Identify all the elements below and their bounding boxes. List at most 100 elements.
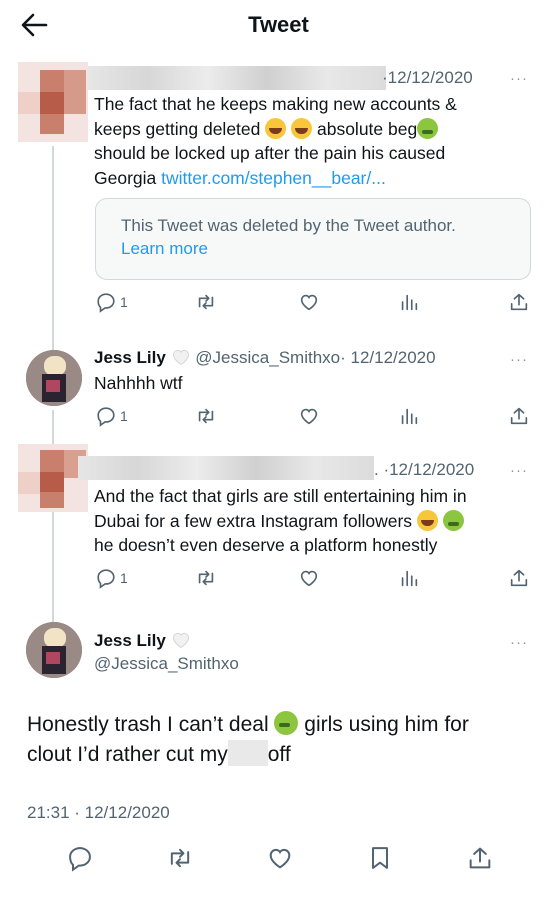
views-icon xyxy=(401,294,418,311)
top-bar: Tweet xyxy=(0,0,557,50)
deleted-quote-card: This Tweet was deleted by the Tweet auth… xyxy=(95,198,531,280)
views-button[interactable] xyxy=(398,290,420,314)
redacted-word xyxy=(227,740,268,766)
tweet-line: keeps getting deleted absolute beg xyxy=(94,117,534,142)
heart-icon xyxy=(300,570,318,587)
tweet-line: Dubai for a few extra Instagram follower… xyxy=(94,509,534,534)
share-icon xyxy=(510,293,528,311)
laughing-emoji-icon xyxy=(265,117,287,139)
page-title: Tweet xyxy=(248,12,309,37)
tweet-text-part: clout I’d rather cut my xyxy=(27,743,228,766)
reply-count: 1 xyxy=(120,570,128,586)
tweet-actions: 1 xyxy=(0,404,557,428)
reply-button[interactable]: 1 xyxy=(95,290,128,314)
share-button[interactable] xyxy=(508,404,530,428)
tweet-link[interactable]: twitter.com/stephen__bear/... xyxy=(161,168,386,188)
tweet-timestamp: 21:31 · 12/12/2020 xyxy=(27,803,170,822)
reply-count: 1 xyxy=(120,408,128,424)
reply-icon xyxy=(97,407,115,427)
tweet-header: Jess Lily @Jessica_Smithxo· 12/12/2020 xyxy=(94,347,436,368)
tweet-line: The fact that he keeps making new accoun… xyxy=(94,94,457,114)
laughing-emoji-icon xyxy=(291,117,313,139)
tweet-text-part: girls using him for xyxy=(298,713,469,736)
author-handle[interactable]: @Jessica_Smithxo xyxy=(195,348,340,367)
retweet-icon xyxy=(198,294,214,310)
reply-button[interactable]: 1 xyxy=(95,404,128,428)
bookmark-icon xyxy=(372,847,388,869)
tweet-text-part: Honestly trash I can’t deal xyxy=(27,713,275,736)
tweet-date: ·12/12/2020 xyxy=(382,68,473,87)
heart-icon xyxy=(269,848,291,869)
like-button[interactable] xyxy=(298,404,320,428)
like-button[interactable] xyxy=(298,290,320,314)
views-icon xyxy=(401,570,418,587)
avatar[interactable] xyxy=(26,350,82,406)
share-button[interactable] xyxy=(466,844,494,872)
bookmark-button[interactable] xyxy=(366,844,394,872)
tweet-line: should be locked up after the pain his c… xyxy=(94,143,446,163)
main-tweet-text: Honestly trash I can’t deal girls using … xyxy=(27,710,537,770)
tweet-line: he doesn’t even deserve a platform hones… xyxy=(94,535,438,555)
heart-icon xyxy=(300,294,318,311)
retweet-button[interactable] xyxy=(195,566,217,590)
tweet-actions: 1 xyxy=(0,566,557,590)
nauseated-emoji-icon xyxy=(274,711,299,735)
share-icon xyxy=(510,569,528,587)
retweet-icon xyxy=(198,570,214,586)
thread-line xyxy=(52,146,54,350)
avatar[interactable] xyxy=(26,622,82,678)
tweet-line-text: keeps getting deleted xyxy=(94,118,266,139)
tweet-line: And the fact that girls are still entert… xyxy=(94,486,467,506)
deleted-notice: This Tweet was deleted by the Tweet auth… xyxy=(121,216,456,235)
tweet-actions: 1 xyxy=(0,290,557,314)
redacted-name xyxy=(88,66,386,90)
author-handle[interactable]: @Jessica_Smithxo xyxy=(94,654,239,674)
like-button[interactable] xyxy=(266,844,294,872)
more-options-button[interactable]: ··· xyxy=(510,351,528,368)
heart-icon xyxy=(300,408,318,425)
laughing-emoji-icon xyxy=(416,509,438,531)
reply-count: 1 xyxy=(120,294,128,310)
tweet-text-part: off xyxy=(267,743,291,766)
views-icon xyxy=(401,408,418,425)
retweet-icon xyxy=(198,408,214,424)
retweet-button[interactable] xyxy=(195,404,217,428)
redacted-name xyxy=(78,456,374,480)
nauseated-emoji-icon xyxy=(442,509,464,531)
reply-button[interactable] xyxy=(66,844,94,872)
tweet-line: Georgia twitter.com/stephen__bear/... xyxy=(94,166,534,191)
more-options-button[interactable]: ··· xyxy=(510,70,528,87)
main-tweet-actions xyxy=(0,844,557,876)
retweet-button[interactable] xyxy=(195,290,217,314)
tweet-line-text: Dubai for a few extra Instagram follower… xyxy=(94,510,417,531)
more-options-button[interactable]: ··· xyxy=(510,634,528,651)
share-button[interactable] xyxy=(508,566,530,590)
tweet-text: The fact that he keeps making new accoun… xyxy=(94,92,534,190)
reply-button[interactable]: 1 xyxy=(95,566,128,590)
views-button[interactable] xyxy=(398,566,420,590)
white-heart-emoji-icon xyxy=(171,347,191,367)
nauseated-emoji-icon xyxy=(417,117,439,139)
retweet-button[interactable] xyxy=(166,844,194,872)
author-name-text: Jess Lily xyxy=(94,631,166,650)
views-button[interactable] xyxy=(398,404,420,428)
retweet-icon xyxy=(170,848,190,868)
tweet-line-text: Georgia xyxy=(94,167,162,188)
tweet-line-text: absolute beg xyxy=(312,118,418,139)
tweet-text: Nahhhh wtf xyxy=(94,373,183,393)
reply-icon xyxy=(69,847,91,872)
reply-icon xyxy=(97,569,115,589)
avatar[interactable] xyxy=(18,62,88,142)
tweet-date: . ·12/12/2020 xyxy=(374,460,475,479)
learn-more-link[interactable]: Learn more xyxy=(121,239,208,259)
share-icon xyxy=(510,407,528,425)
like-button[interactable] xyxy=(298,566,320,590)
share-icon xyxy=(469,847,491,869)
more-options-button[interactable]: ··· xyxy=(510,462,528,479)
author-name[interactable]: Jess Lily xyxy=(94,348,166,367)
tweet-text: And the fact that girls are still entert… xyxy=(94,484,534,558)
share-button[interactable] xyxy=(508,290,530,314)
reply-icon xyxy=(97,293,115,313)
author-name[interactable]: Jess Lily xyxy=(94,630,191,651)
white-heart-emoji-icon xyxy=(171,630,191,650)
